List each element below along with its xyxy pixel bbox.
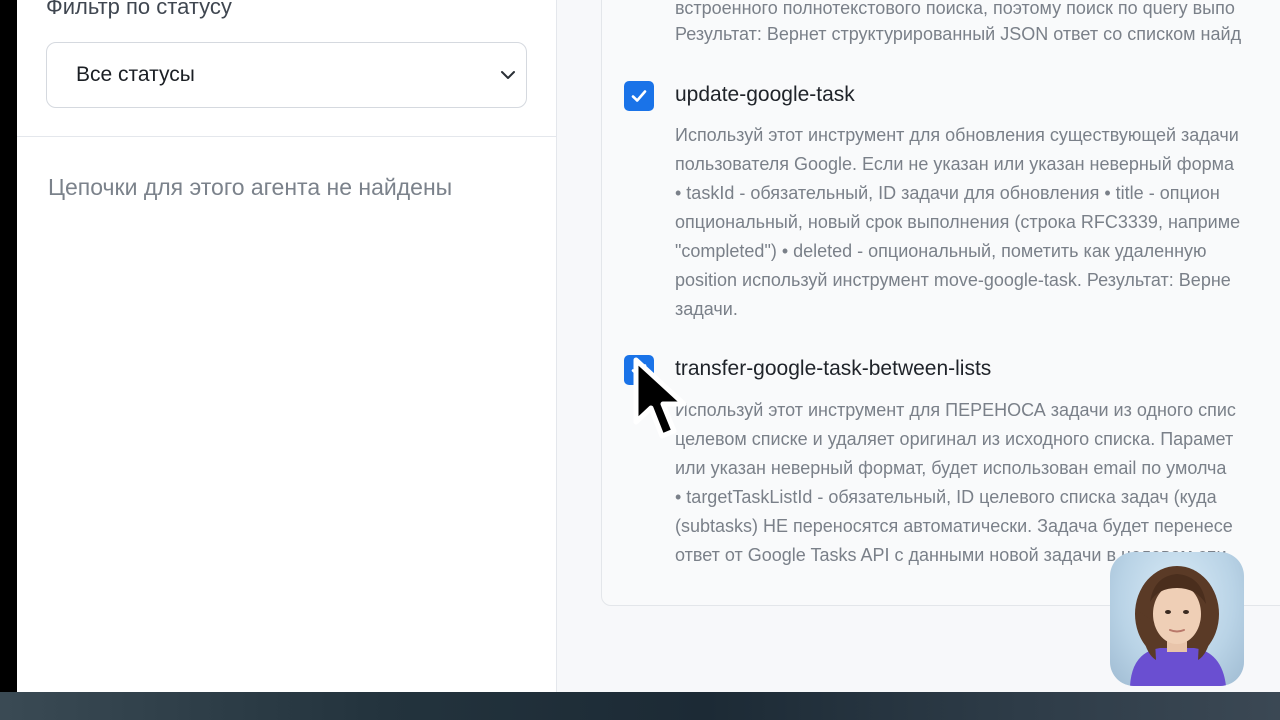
tool-description-line: или указан неверный формат, будет исполь… xyxy=(675,458,1227,478)
tool-description-line: • taskId - обязательный, ID задачи для о… xyxy=(675,183,1220,203)
tool-description-line: "completed") • deleted - опциональный, п… xyxy=(675,241,1207,261)
tool-description-line: position используй инструмент move-googl… xyxy=(675,270,1231,290)
tool-description-line: Результат: Вернет структурированный JSON… xyxy=(675,24,1242,44)
presenter-image xyxy=(1130,566,1226,686)
presenter-video-avatar xyxy=(1110,552,1244,686)
tool-description-line: Используй этот инструмент для ПЕРЕНОСА з… xyxy=(675,400,1236,420)
tool-description-line: пользователя Google. Если не указан или … xyxy=(675,154,1235,174)
tool-description-line: целевом списке и удаляет оригинал из исх… xyxy=(675,429,1234,449)
tool-description-line: задачи. xyxy=(675,299,738,319)
mouse-pointer-icon xyxy=(633,357,687,439)
tool-description-line: • targetTaskListId - обязательный, ID це… xyxy=(675,487,1217,507)
tool-description-line: опциональный, новый срок выполнения (стр… xyxy=(675,212,1241,232)
filter-label: Фильтр по статусу xyxy=(46,0,232,19)
taskbar-strip xyxy=(0,692,1280,720)
divider xyxy=(17,136,557,137)
tool-checkbox-update-google-task[interactable] xyxy=(624,81,654,111)
chains-empty-message: Цепочки для этого агента не найдены xyxy=(48,174,453,200)
status-select[interactable]: Все статусы xyxy=(46,42,527,108)
filter-panel: Фильтр по статусу Все статусы Цепочки дл… xyxy=(17,0,557,692)
tool-name: transfer-google-task-between-lists xyxy=(675,357,992,380)
tool-description-line: Используй этот инструмент для обновления… xyxy=(675,125,1239,145)
chevron-down-icon xyxy=(501,71,515,79)
status-select-value: Все статусы xyxy=(76,63,195,86)
tool-description-line: (subtasks) НЕ переносятся автоматически.… xyxy=(675,516,1233,536)
tool-name: update-google-task xyxy=(675,83,855,106)
checkmark-icon xyxy=(631,90,647,102)
left-edge xyxy=(0,0,17,692)
